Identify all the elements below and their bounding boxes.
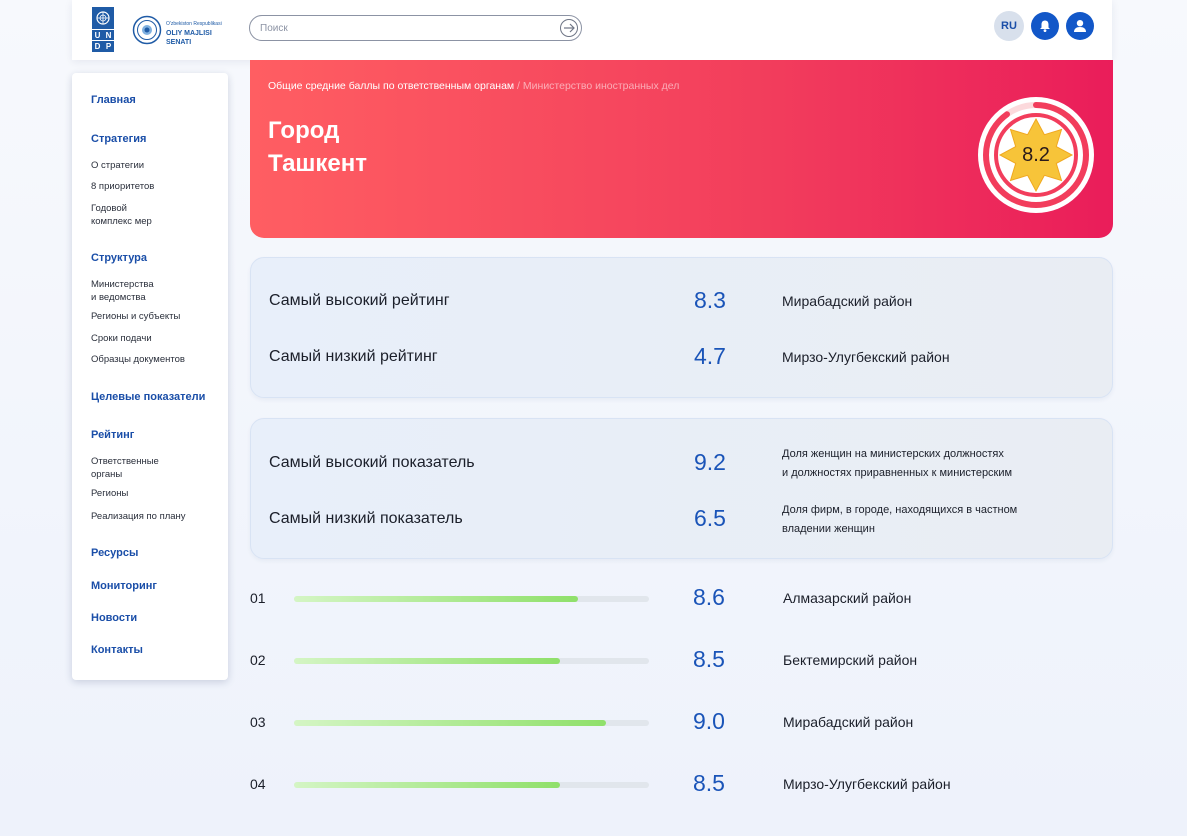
- user-icon: [1074, 20, 1086, 32]
- rank-progress-track: [294, 720, 649, 726]
- rank-district-name[interactable]: Бектемирский район: [783, 652, 917, 668]
- search-box[interactable]: [249, 15, 582, 41]
- ranking-row[interactable]: 03 9.0 Мирабадский район: [250, 707, 1113, 737]
- sidebar-subitem-responsible[interactable]: Ответственные: [91, 455, 159, 468]
- score-badge: 8.2: [977, 96, 1095, 214]
- rank-district-name[interactable]: Мирабадский район: [783, 714, 913, 730]
- sidebar-item-structure[interactable]: Структура: [91, 252, 147, 264]
- search-arrow-icon[interactable]: [560, 19, 578, 37]
- rank-number: 01: [250, 590, 266, 606]
- undp-letter: P: [103, 40, 114, 51]
- hero-banner: Общие средние баллы по ответственным орг…: [250, 60, 1113, 238]
- score-value: 8.2: [1022, 143, 1050, 166]
- sidebar-item-monitoring[interactable]: Мониторинг: [91, 580, 157, 592]
- sidebar-subitem-priorities[interactable]: 8 приоритетов: [91, 180, 154, 193]
- undp-logo[interactable]: U N D P: [92, 7, 114, 52]
- sidebar-subitem-about-strategy[interactable]: О стратегии: [91, 159, 144, 172]
- search-input[interactable]: [260, 20, 550, 37]
- rank-number: 04: [250, 776, 266, 792]
- sidebar-subitem-regions[interactable]: Регионы: [91, 487, 128, 500]
- highest-rating-value: 8.3: [694, 287, 726, 313]
- undp-letter: D: [92, 40, 103, 51]
- top-header: U N D P O'zbekiston Respublikasi OLIY MA…: [72, 0, 1112, 60]
- undp-letter: N: [103, 29, 114, 40]
- description-line: владении женщин: [782, 523, 875, 535]
- lowest-indicator-description: Доля фирм, в городе, находящихся в частн…: [782, 501, 1017, 539]
- rank-progress-fill: [294, 720, 607, 726]
- rank-progress-fill: [294, 658, 561, 664]
- breadcrumb-current: Министерство иностранных дел: [522, 80, 680, 92]
- sidebar-item-resources[interactable]: Ресурсы: [91, 547, 138, 559]
- sidebar-subitem-regions-subjects[interactable]: Регионы и субъекты: [91, 310, 180, 323]
- rating-summary-card: Самый высокий рейтинг 8.3 Мирабадский ра…: [250, 257, 1113, 398]
- rank-progress-track: [294, 782, 649, 788]
- profile-button[interactable]: [1066, 12, 1094, 40]
- sidebar-subitem-annual-measures[interactable]: комплекс мер: [91, 215, 152, 228]
- sidebar-item-strategy[interactable]: Стратегия: [91, 133, 146, 145]
- highest-indicator-description: Доля женщин на министерских должностях и…: [782, 445, 1012, 483]
- sidebar-nav: Главная Стратегия О стратегии 8 приорите…: [72, 73, 228, 680]
- senate-emblem-icon[interactable]: [132, 15, 162, 45]
- page-title: Город Ташкент: [268, 114, 367, 180]
- sidebar-subitem-ministries[interactable]: Министерства: [91, 278, 154, 291]
- description-line: Доля фирм, в городе, находящихся в частн…: [782, 504, 1018, 516]
- un-emblem-icon: [92, 7, 114, 29]
- rank-value: 8.5: [693, 646, 725, 672]
- sidebar-item-contacts[interactable]: Контакты: [91, 644, 143, 656]
- highest-indicator-value: 9.2: [694, 449, 726, 475]
- senate-name: OLIY MAJLISI: [166, 30, 212, 37]
- rank-value: 8.5: [693, 770, 725, 796]
- rank-number: 03: [250, 714, 266, 730]
- sidebar-subitem-bodies[interactable]: органы: [91, 468, 122, 481]
- undp-letter: U: [92, 29, 103, 40]
- bell-icon: [1040, 20, 1050, 32]
- breadcrumb: Общие средние баллы по ответственным орг…: [268, 80, 679, 92]
- highest-indicator-label: Самый высокий показатель: [269, 454, 475, 471]
- ranking-row[interactable]: 01 8.6 Алмазарский район: [250, 583, 1113, 613]
- lowest-rating-value: 4.7: [694, 343, 726, 369]
- ranking-row[interactable]: 02 8.5 Бектемирский район: [250, 645, 1113, 675]
- breadcrumb-parent-link[interactable]: Общие средние баллы по ответственным орг…: [268, 80, 514, 92]
- notifications-button[interactable]: [1031, 12, 1059, 40]
- sidebar-subitem-plan-implementation[interactable]: Реализация по плану: [91, 510, 186, 523]
- highest-rating-district[interactable]: Мирабадский район: [782, 293, 912, 309]
- sidebar-item-rating[interactable]: Рейтинг: [91, 429, 134, 441]
- sidebar-subitem-annual[interactable]: Годовой: [91, 202, 127, 215]
- rank-progress-track: [294, 658, 649, 664]
- sidebar-item-main[interactable]: Главная: [91, 94, 136, 106]
- sidebar-subitem-deadlines[interactable]: Сроки подачи: [91, 332, 152, 345]
- senate-small-text: O'zbekiston Respublikasi: [166, 21, 222, 27]
- rank-district-name[interactable]: Мирзо-Улугбекский район: [783, 776, 951, 792]
- sidebar-item-news[interactable]: Новости: [91, 612, 137, 624]
- rank-progress-fill: [294, 782, 561, 788]
- rank-progress-track: [294, 596, 649, 602]
- highest-rating-label: Самый высокий рейтинг: [269, 292, 450, 309]
- lowest-indicator-value: 6.5: [694, 505, 726, 531]
- page-title-line: Ташкент: [268, 150, 368, 177]
- sidebar-subitem-agencies[interactable]: и ведомства: [91, 291, 146, 304]
- breadcrumb-separator: /: [514, 80, 523, 92]
- rank-value: 9.0: [693, 708, 725, 734]
- lowest-indicator-label: Самый низкий показатель: [269, 510, 463, 527]
- rank-number: 02: [250, 652, 266, 668]
- sidebar-subitem-document-samples[interactable]: Образцы документов: [91, 353, 185, 366]
- lowest-rating-label: Самый низкий рейтинг: [269, 348, 438, 365]
- ranking-row[interactable]: 04 8.5 Мирзо-Улугбекский район: [250, 769, 1113, 799]
- rank-district-name[interactable]: Алмазарский район: [783, 590, 911, 606]
- indicator-summary-card: Самый высокий показатель 9.2 Доля женщин…: [250, 418, 1113, 559]
- lowest-rating-district[interactable]: Мирзо-Улугбекский район: [782, 349, 950, 365]
- description-line: и должностях приравненных к министерским: [782, 467, 1013, 479]
- rank-value: 8.6: [693, 584, 725, 610]
- page-title-line: Город: [268, 117, 340, 144]
- senate-title: O'zbekiston Respublikasi OLIY MAJLISI SE…: [166, 20, 222, 47]
- rank-progress-fill: [294, 596, 578, 602]
- language-button[interactable]: RU: [994, 11, 1024, 41]
- senate-name2: SENATI: [166, 39, 192, 46]
- description-line: Доля женщин на министерских должностях: [782, 448, 1004, 460]
- sidebar-item-targets[interactable]: Целевые показатели: [91, 391, 205, 403]
